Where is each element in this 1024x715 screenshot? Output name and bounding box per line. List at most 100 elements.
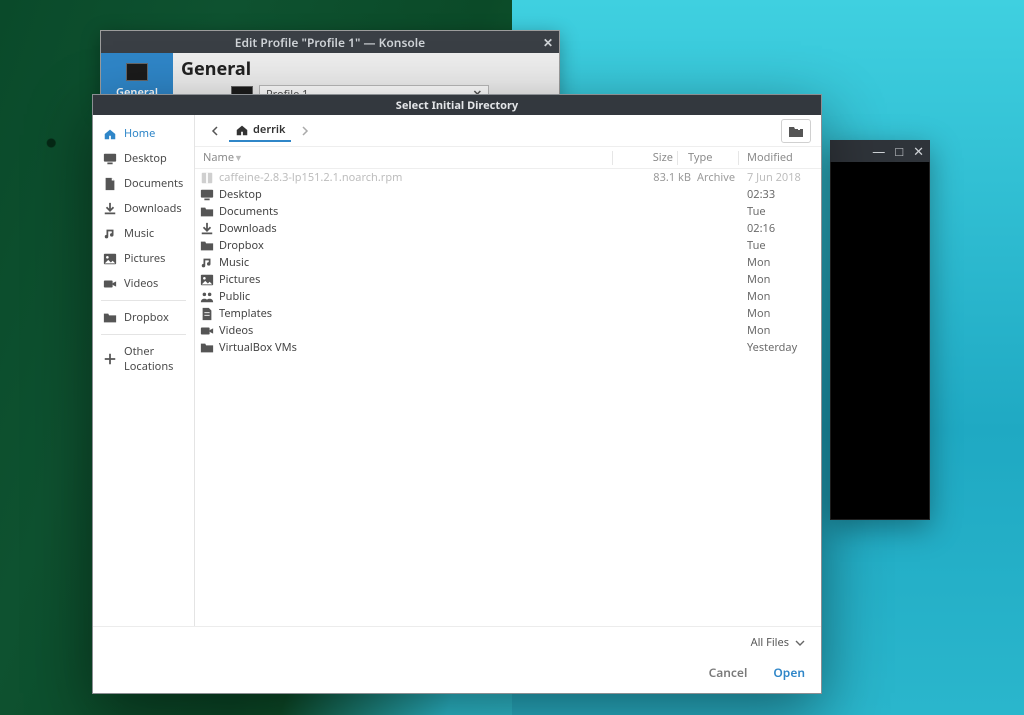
file-row[interactable]: Desktop 02:33 <box>195 186 821 203</box>
place-label: Music <box>124 226 154 241</box>
home-icon <box>103 127 117 141</box>
file-row[interactable]: VirtualBox VMsYesterday <box>195 339 821 356</box>
place-label: Dropbox <box>124 310 169 325</box>
breadcrumb-label: derrik <box>253 122 285 137</box>
folder-icon <box>199 341 215 355</box>
place-downloads[interactable]: Downloads <box>93 196 194 221</box>
file-row[interactable]: Templates Mon <box>195 305 821 322</box>
path-bar: derrik <box>195 115 821 147</box>
sort-indicator-icon: ▼ <box>234 151 243 164</box>
plus-icon <box>103 352 117 366</box>
place-label: Desktop <box>124 151 167 166</box>
folder-icon <box>199 239 215 253</box>
pictures-icon <box>199 273 215 287</box>
file-row[interactable]: Music Mon <box>195 254 821 271</box>
file-type: Archive <box>691 170 743 185</box>
back-button[interactable] <box>205 120 225 142</box>
folder-icon <box>199 205 215 219</box>
file-name: Pictures <box>215 272 635 287</box>
file-name: Dropbox <box>215 238 635 253</box>
file-row: caffeine-2.8.3-lp151.2.1.noarch.rpm83.1 … <box>195 169 821 186</box>
column-modified[interactable]: Modified <box>743 150 813 165</box>
dialog-titlebar[interactable]: Select Initial Directory <box>93 95 821 115</box>
document-icon <box>103 177 117 191</box>
pictures-icon <box>103 252 117 266</box>
file-filter-dropdown[interactable]: All Files <box>749 633 807 652</box>
terminal-titlebar[interactable] <box>830 140 930 162</box>
file-name: Templates <box>215 306 635 321</box>
file-modified: Mon <box>743 306 813 321</box>
breadcrumb-home[interactable]: derrik <box>229 119 291 142</box>
download-icon <box>103 202 117 216</box>
place-music[interactable]: Music <box>93 221 194 246</box>
desktop-icon <box>199 188 215 202</box>
file-modified: Mon <box>743 289 813 304</box>
column-type[interactable]: Type <box>682 150 734 165</box>
place-pictures[interactable]: Pictures <box>93 246 194 271</box>
open-button[interactable]: Open <box>773 664 805 681</box>
dialog-footer: All Files Cancel Open <box>93 626 821 693</box>
file-name: Desktop <box>215 187 635 202</box>
file-row[interactable]: Dropbox Tue <box>195 237 821 254</box>
file-row[interactable]: Documents Tue <box>195 203 821 220</box>
column-size[interactable]: Size <box>617 150 673 165</box>
file-row[interactable]: Downloads 02:16 <box>195 220 821 237</box>
terminal-icon <box>126 63 148 81</box>
file-name: Downloads <box>215 221 635 236</box>
place-videos[interactable]: Videos <box>93 271 194 296</box>
file-dialog: Select Initial Directory HomeDesktopDocu… <box>92 94 822 694</box>
place-label: Videos <box>124 276 158 291</box>
archive-icon <box>199 171 215 185</box>
file-modified: 7 Jun 2018 <box>743 170 813 185</box>
videos-icon <box>103 277 117 291</box>
chevron-down-icon <box>795 638 805 648</box>
place-desktop[interactable]: Desktop <box>93 146 194 171</box>
place-other[interactable]: Other Locations <box>93 339 194 379</box>
place-label: Downloads <box>124 201 182 216</box>
edit-profile-titlebar[interactable]: Edit Profile "Profile 1" — Konsole ✕ <box>101 31 559 53</box>
close-icon[interactable]: ✕ <box>543 34 553 51</box>
music-icon <box>103 227 117 241</box>
new-folder-button[interactable] <box>781 119 811 143</box>
column-headers[interactable]: Name▼ Size Type Modified <box>195 147 821 169</box>
column-name[interactable]: Name▼ <box>199 150 608 165</box>
file-name: Music <box>215 255 635 270</box>
file-modified: Tue <box>743 238 813 253</box>
file-modified: Mon <box>743 323 813 338</box>
file-modified: Yesterday <box>743 340 813 355</box>
file-row[interactable]: Videos Mon <box>195 322 821 339</box>
file-name: caffeine-2.8.3-lp151.2.1.noarch.rpm <box>215 170 635 185</box>
template-icon <box>199 307 215 321</box>
close-icon[interactable] <box>913 145 924 158</box>
place-dropbox[interactable]: Dropbox <box>93 305 194 330</box>
file-name: Documents <box>215 204 635 219</box>
file-name: Public <box>215 289 635 304</box>
music-icon <box>199 256 215 270</box>
file-row[interactable]: Pictures Mon <box>195 271 821 288</box>
file-list: caffeine-2.8.3-lp151.2.1.noarch.rpm83.1 … <box>195 169 821 626</box>
new-folder-icon <box>788 124 804 138</box>
public-icon <box>199 290 215 304</box>
terminal-window <box>830 140 930 520</box>
edit-profile-title: Edit Profile "Profile 1" — Konsole <box>235 34 425 51</box>
home-icon <box>235 123 249 137</box>
place-label: Home <box>124 126 155 141</box>
file-name: Videos <box>215 323 635 338</box>
forward-button[interactable] <box>295 120 315 142</box>
file-modified: Mon <box>743 255 813 270</box>
place-home[interactable]: Home <box>93 121 194 146</box>
cancel-button[interactable]: Cancel <box>709 664 748 681</box>
download-icon <box>199 222 215 236</box>
file-modified: Mon <box>743 272 813 287</box>
maximize-icon[interactable] <box>895 145 903 158</box>
minimize-icon[interactable] <box>872 145 885 158</box>
file-filter-label: All Files <box>751 635 789 650</box>
dialog-title: Select Initial Directory <box>396 98 518 113</box>
place-label: Other Locations <box>124 344 184 374</box>
file-modified: Tue <box>743 204 813 219</box>
file-row[interactable]: Public Mon <box>195 288 821 305</box>
edit-heading: General <box>181 57 551 81</box>
place-documents[interactable]: Documents <box>93 171 194 196</box>
file-modified: 02:33 <box>743 187 813 202</box>
file-modified: 02:16 <box>743 221 813 236</box>
